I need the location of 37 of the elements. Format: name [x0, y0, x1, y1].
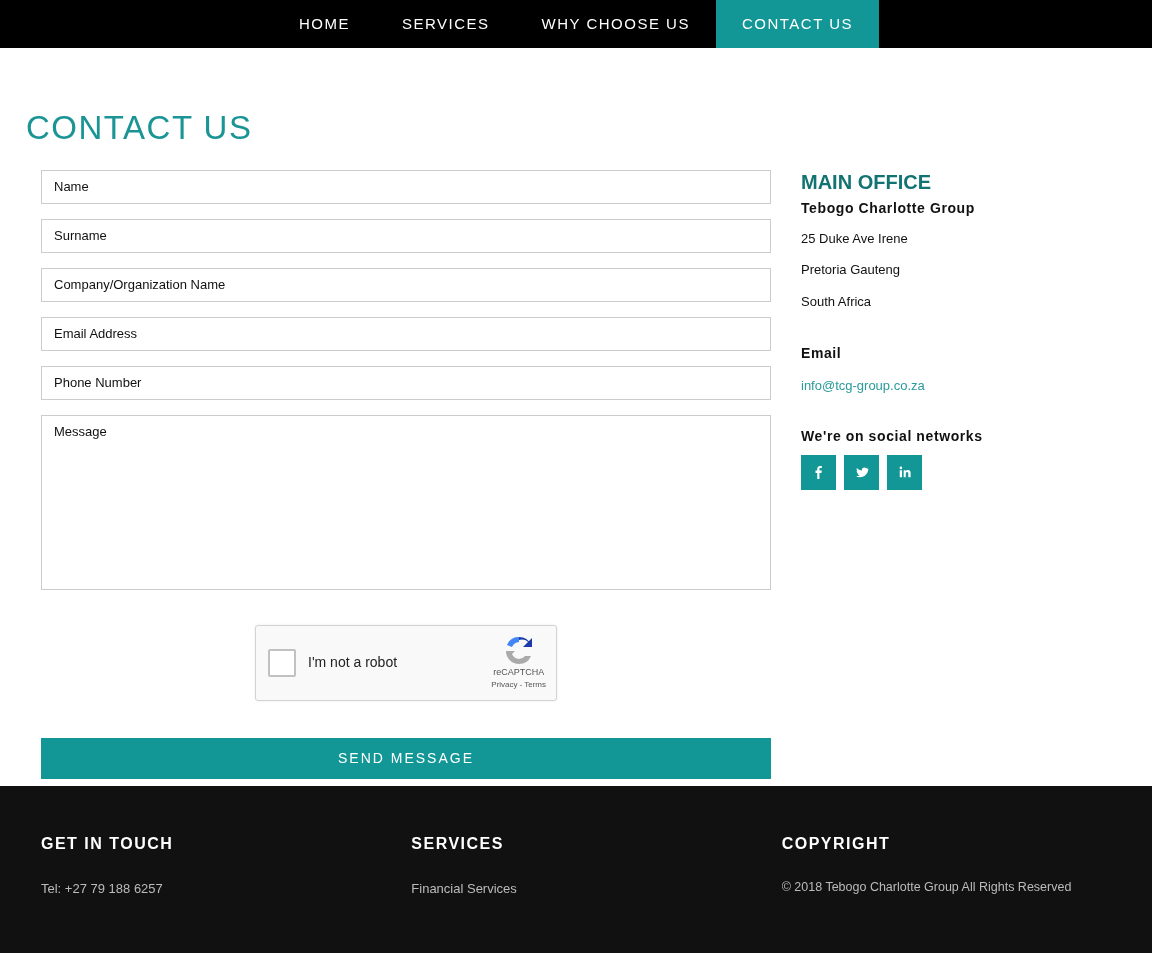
nav-link[interactable]: WHY CHOOSE US — [515, 0, 716, 48]
footer-heading: GET IN TOUCH — [41, 833, 175, 853]
input-field[interactable]: Company/Organization Name — [41, 267, 771, 302]
nav-link[interactable]: HOME — [272, 0, 376, 48]
email-label: Email — [801, 344, 843, 364]
footer-text: Financial Services — [411, 879, 518, 898]
captcha-link[interactable]: Privacy — [491, 679, 518, 692]
office-heading: MAIN OFFICE — [801, 169, 932, 194]
footer-text: © 2018 Tebogo Charlotte Group All Rights Reserved — [781, 878, 1073, 896]
bird-icon — [854, 465, 869, 480]
captcha-checkbox[interactable] — [268, 648, 296, 677]
page-title: CONTACT US — [25, 108, 254, 148]
message-field[interactable]: Message — [41, 414, 771, 590]
social-button[interactable] — [844, 454, 879, 490]
footer-heading: SERVICES — [411, 833, 505, 853]
address-line: 25 Duke Ave Irene — [801, 229, 909, 248]
send-button[interactable]: SEND MESSAGE — [41, 737, 771, 779]
social-button[interactable] — [801, 454, 836, 490]
social-button[interactable] — [887, 454, 922, 490]
company-name: Tebogo Charlotte Group — [801, 198, 976, 218]
footer-heading: COPYRIGHT — [781, 833, 892, 853]
captcha-brand: reCAPTCHA — [493, 665, 545, 679]
address-line: South Africa — [801, 292, 873, 311]
input-field[interactable]: Surname — [41, 218, 771, 253]
social-label: We're on social networks — [801, 426, 984, 446]
footer-text: Tel: +27 79 188 6257 — [41, 879, 164, 898]
captcha-link[interactable]: Terms — [524, 679, 546, 692]
nav-link[interactable]: SERVICES — [375, 0, 516, 48]
nav-link[interactable]: CONTACT US — [715, 0, 880, 48]
input-field[interactable]: Phone Number — [41, 365, 771, 400]
email-link[interactable]: info@tcg-group.co.za — [801, 378, 925, 394]
address-line: Pretoria Gauteng — [801, 261, 901, 280]
captcha-label: I'm not a robot — [308, 653, 398, 673]
link-separator: - — [519, 679, 523, 692]
linkedin-icon — [897, 465, 912, 480]
input-field[interactable]: Email Address — [41, 316, 771, 351]
input-field[interactable]: Name — [41, 169, 771, 204]
